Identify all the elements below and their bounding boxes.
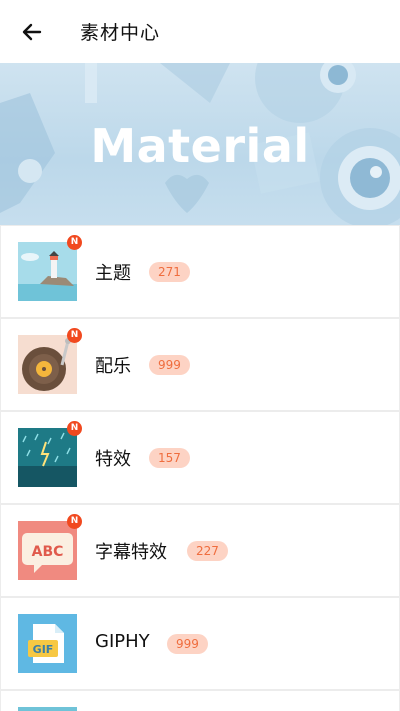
new-badge: N bbox=[67, 235, 82, 250]
item-label: 配乐 bbox=[95, 356, 131, 377]
list-item-giphy[interactable]: GIF GIPHY 999 bbox=[1, 598, 399, 689]
back-arrow-icon[interactable] bbox=[18, 18, 46, 46]
rain-lightning-thumbnail-icon bbox=[18, 428, 77, 487]
app-bar: 素材中心 bbox=[0, 0, 400, 63]
banner-title: Material bbox=[90, 119, 310, 173]
item-label: GIPHY bbox=[95, 631, 150, 652]
lighthouse-thumbnail-icon bbox=[18, 242, 77, 301]
gif-file-thumbnail-icon: GIF bbox=[18, 614, 77, 673]
new-badge: N bbox=[67, 328, 82, 343]
new-badge: N bbox=[67, 514, 82, 529]
count-badge: 271 bbox=[149, 262, 190, 282]
list-item-effects[interactable]: N 特效 157 bbox=[1, 412, 399, 503]
partial-thumbnail bbox=[18, 707, 77, 711]
new-badge: N bbox=[67, 421, 82, 436]
count-badge: 157 bbox=[149, 448, 190, 468]
count-badge: 999 bbox=[167, 634, 208, 654]
list-item-theme[interactable]: N 主题 271 bbox=[1, 226, 399, 317]
item-label: 特效 bbox=[95, 449, 131, 470]
svg-text:ABC: ABC bbox=[32, 544, 64, 560]
material-banner: Material bbox=[0, 63, 400, 225]
vinyl-record-thumbnail-icon bbox=[18, 335, 77, 394]
item-label: 字幕特效 bbox=[95, 542, 167, 563]
list-item-subtitle-effects[interactable]: ABC N 字幕特效 227 bbox=[1, 505, 399, 596]
item-label: 主题 bbox=[95, 263, 131, 284]
list-item-partial[interactable] bbox=[1, 691, 399, 711]
svg-text:GIF: GIF bbox=[33, 643, 54, 656]
page-title: 素材中心 bbox=[80, 22, 161, 44]
list-item-music[interactable]: N 配乐 999 bbox=[1, 319, 399, 410]
material-category-list: N 主题 271 N 配乐 999 N 特效 157 ABC N 字幕特效 22… bbox=[0, 225, 400, 711]
count-badge: 999 bbox=[149, 355, 190, 375]
count-badge: 227 bbox=[187, 541, 228, 561]
abc-speech-bubble-thumbnail-icon: ABC bbox=[18, 521, 77, 580]
